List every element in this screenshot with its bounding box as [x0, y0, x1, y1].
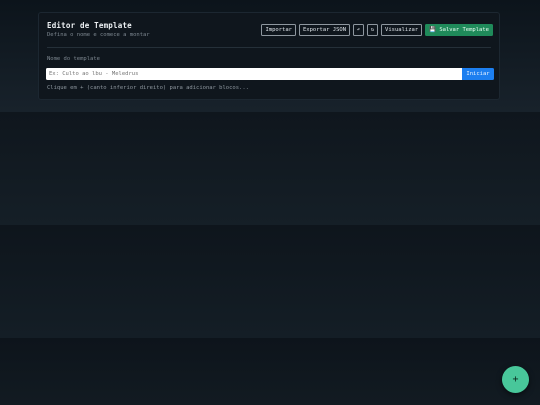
- template-name-label: Nome do template: [47, 56, 100, 62]
- divider: [47, 47, 491, 48]
- page-title: Editor de Template: [47, 21, 132, 30]
- redo-icon[interactable]: ↻: [367, 24, 379, 36]
- import-button[interactable]: Importar: [261, 24, 296, 36]
- toolbar: Importar Exportar JSON ↶ ↻ Visualizar 💾 …: [261, 24, 493, 36]
- preview-button[interactable]: Visualizar: [381, 24, 423, 36]
- add-blocks-hint: Clique em + (canto inferior direito) par…: [47, 85, 249, 91]
- template-editor-panel: Editor de Template Defina o nome e comec…: [38, 12, 500, 100]
- add-block-button[interactable]: +: [502, 366, 529, 393]
- template-name-input[interactable]: [46, 68, 462, 80]
- export-json-button[interactable]: Exportar JSON: [298, 24, 351, 36]
- save-template-button[interactable]: 💾 Salvar Template: [425, 24, 493, 36]
- page-subtitle: Defina o nome e comece a montar: [47, 32, 150, 38]
- start-button[interactable]: Iniciar: [462, 68, 494, 80]
- undo-icon[interactable]: ↶: [353, 24, 365, 36]
